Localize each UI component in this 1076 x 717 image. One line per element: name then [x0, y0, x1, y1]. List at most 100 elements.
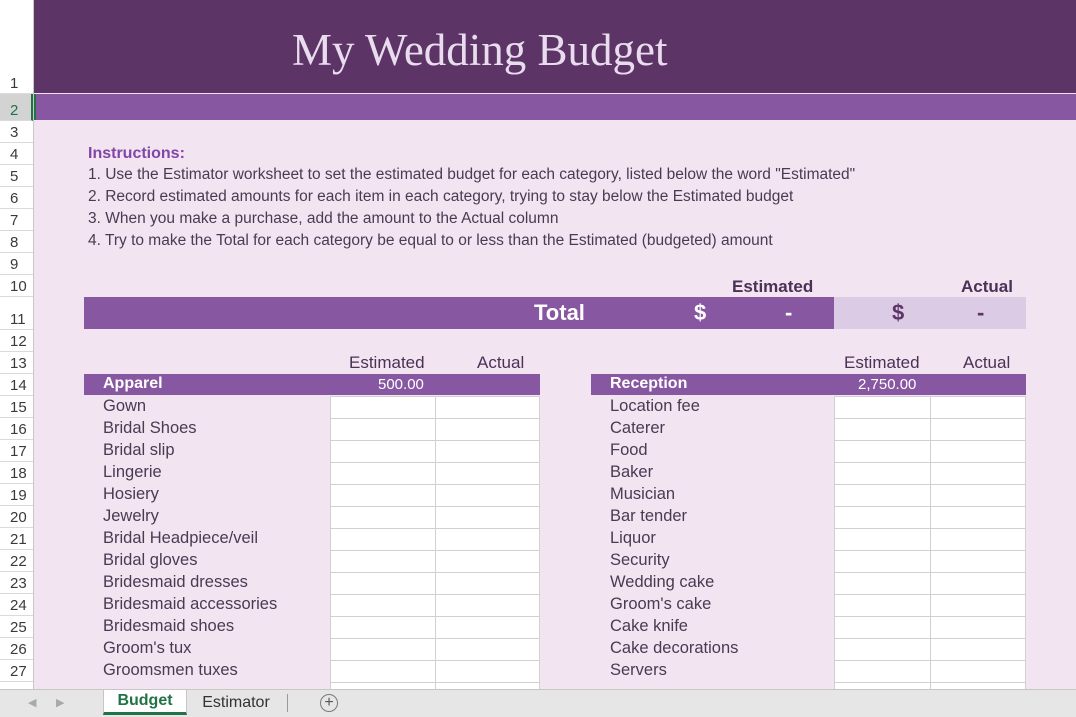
- reception-estimated-cell[interactable]: [834, 638, 931, 661]
- add-sheet-button[interactable]: +: [320, 694, 338, 712]
- apparel-estimated-cell[interactable]: [330, 638, 436, 661]
- apparel-actual-cell[interactable]: [435, 550, 540, 573]
- reception-item-label: Wedding cake: [610, 573, 715, 591]
- row-header[interactable]: 12: [0, 330, 33, 352]
- apparel-estimated-cell[interactable]: [330, 550, 436, 573]
- apparel-actual-cell[interactable]: [435, 594, 540, 617]
- reception-estimated-cell[interactable]: [834, 594, 931, 617]
- row-header[interactable]: 25: [0, 616, 33, 638]
- reception-estimated-cell[interactable]: [834, 682, 931, 689]
- reception-actual-cell[interactable]: [930, 418, 1026, 441]
- row-header[interactable]: 10: [0, 275, 33, 297]
- reception-estimated-cell[interactable]: [834, 572, 931, 595]
- reception-actual-cell[interactable]: [930, 440, 1026, 463]
- reception-actual-cell[interactable]: [930, 528, 1026, 551]
- row-header[interactable]: 20: [0, 506, 33, 528]
- row-header[interactable]: 1: [0, 0, 33, 94]
- apparel-actual-cell[interactable]: [435, 660, 540, 683]
- title-banner[interactable]: My Wedding Budget: [34, 0, 1076, 93]
- row-header[interactable]: 19: [0, 484, 33, 506]
- reception-estimated-cell[interactable]: [834, 506, 931, 529]
- reception-actual-cell[interactable]: [930, 506, 1026, 529]
- apparel-actual-cell[interactable]: [435, 638, 540, 661]
- row-header[interactable]: 18: [0, 462, 33, 484]
- apparel-estimated-cell[interactable]: [330, 462, 436, 485]
- apparel-estimated-cell[interactable]: [330, 484, 436, 507]
- apparel-estimated-cell[interactable]: [330, 506, 436, 529]
- reception-actual-cell[interactable]: [930, 396, 1026, 419]
- reception-estimated-cell[interactable]: [834, 484, 931, 507]
- row-header[interactable]: 14: [0, 374, 33, 396]
- row-header[interactable]: 21: [0, 528, 33, 550]
- row-header[interactable]: 15: [0, 396, 33, 418]
- row-header[interactable]: 23: [0, 572, 33, 594]
- reception-actual-cell[interactable]: [930, 594, 1026, 617]
- apparel-actual-cell[interactable]: [435, 506, 540, 529]
- reception-estimated-cell[interactable]: [834, 550, 931, 573]
- reception-actual-cell[interactable]: [930, 462, 1026, 485]
- apparel-estimated-cell[interactable]: [330, 528, 436, 551]
- apparel-estimated-cell[interactable]: [330, 682, 436, 689]
- row-header[interactable]: 27: [0, 660, 33, 682]
- row-header[interactable]: 24: [0, 594, 33, 616]
- apparel-estimated-cell[interactable]: [330, 594, 436, 617]
- apparel-estimated-cell[interactable]: [330, 440, 436, 463]
- reception-actual-cell[interactable]: [930, 484, 1026, 507]
- scroll-right-icon[interactable]: ▶: [56, 696, 64, 709]
- row-header[interactable]: 9: [0, 253, 33, 275]
- reception-estimated-cell[interactable]: [834, 660, 931, 683]
- row-header[interactable]: 5: [0, 165, 33, 187]
- apparel-actual-cell[interactable]: [435, 616, 540, 639]
- reception-actual-cell[interactable]: [930, 682, 1026, 689]
- tab-budget[interactable]: Budget: [103, 690, 187, 715]
- row-header[interactable]: 13: [0, 352, 33, 374]
- apparel-actual-cell[interactable]: [435, 682, 540, 689]
- row-header[interactable]: 4: [0, 143, 33, 165]
- instruction-line: 4. Try to make the Total for each catego…: [88, 232, 773, 249]
- apparel-estimated-cell[interactable]: [330, 396, 436, 419]
- reception-actual-cell[interactable]: [930, 660, 1026, 683]
- apparel-actual-cell[interactable]: [435, 528, 540, 551]
- apparel-actual-cell[interactable]: [435, 418, 540, 441]
- row-header[interactable]: 11: [0, 297, 33, 330]
- row-header[interactable]: 16: [0, 418, 33, 440]
- reception-actual-cell[interactable]: [930, 572, 1026, 595]
- total-actual-cell[interactable]: [834, 297, 1026, 329]
- reception-estimated-cell[interactable]: [834, 528, 931, 551]
- reception-estimated-cell[interactable]: [834, 440, 931, 463]
- apparel-estimated-cell[interactable]: [330, 660, 436, 683]
- reception-estimated-cell[interactable]: [834, 616, 931, 639]
- apparel-actual-cell[interactable]: [435, 396, 540, 419]
- accent-band-row[interactable]: [34, 94, 1076, 120]
- reception-estimated-cell[interactable]: [834, 418, 931, 441]
- total-row[interactable]: [84, 297, 834, 329]
- tab-estimator[interactable]: Estimator: [190, 690, 282, 715]
- reception-estimated-cell[interactable]: [834, 396, 931, 419]
- reception-actual-cell[interactable]: [930, 616, 1026, 639]
- row-header[interactable]: 26: [0, 638, 33, 660]
- total-actual-currency: $: [892, 300, 905, 325]
- apparel-estimated-value[interactable]: 500.00: [378, 376, 424, 393]
- spreadsheet-grid[interactable]: My Wedding Budget Instructions: 1. Use t…: [0, 0, 1076, 689]
- row-header[interactable]: 2: [0, 94, 33, 121]
- row-header[interactable]: 22: [0, 550, 33, 572]
- reception-estimated-value[interactable]: 2,750.00: [858, 376, 916, 393]
- apparel-estimated-cell[interactable]: [330, 616, 436, 639]
- row-header[interactable]: 7: [0, 209, 33, 231]
- apparel-item-label: Bridesmaid dresses: [103, 573, 248, 591]
- apparel-actual-cell[interactable]: [435, 440, 540, 463]
- row-header[interactable]: 8: [0, 231, 33, 253]
- apparel-actual-cell[interactable]: [435, 484, 540, 507]
- apparel-actual-cell[interactable]: [435, 462, 540, 485]
- row-header[interactable]: 3: [0, 121, 33, 143]
- instruction-line: 3. When you make a purchase, add the amo…: [88, 210, 559, 227]
- row-header[interactable]: 6: [0, 187, 33, 209]
- row-header[interactable]: 17: [0, 440, 33, 462]
- reception-actual-cell[interactable]: [930, 550, 1026, 573]
- scroll-left-icon[interactable]: ◀: [28, 696, 36, 709]
- apparel-estimated-cell[interactable]: [330, 572, 436, 595]
- apparel-actual-cell[interactable]: [435, 572, 540, 595]
- reception-estimated-cell[interactable]: [834, 462, 931, 485]
- apparel-estimated-cell[interactable]: [330, 418, 436, 441]
- reception-actual-cell[interactable]: [930, 638, 1026, 661]
